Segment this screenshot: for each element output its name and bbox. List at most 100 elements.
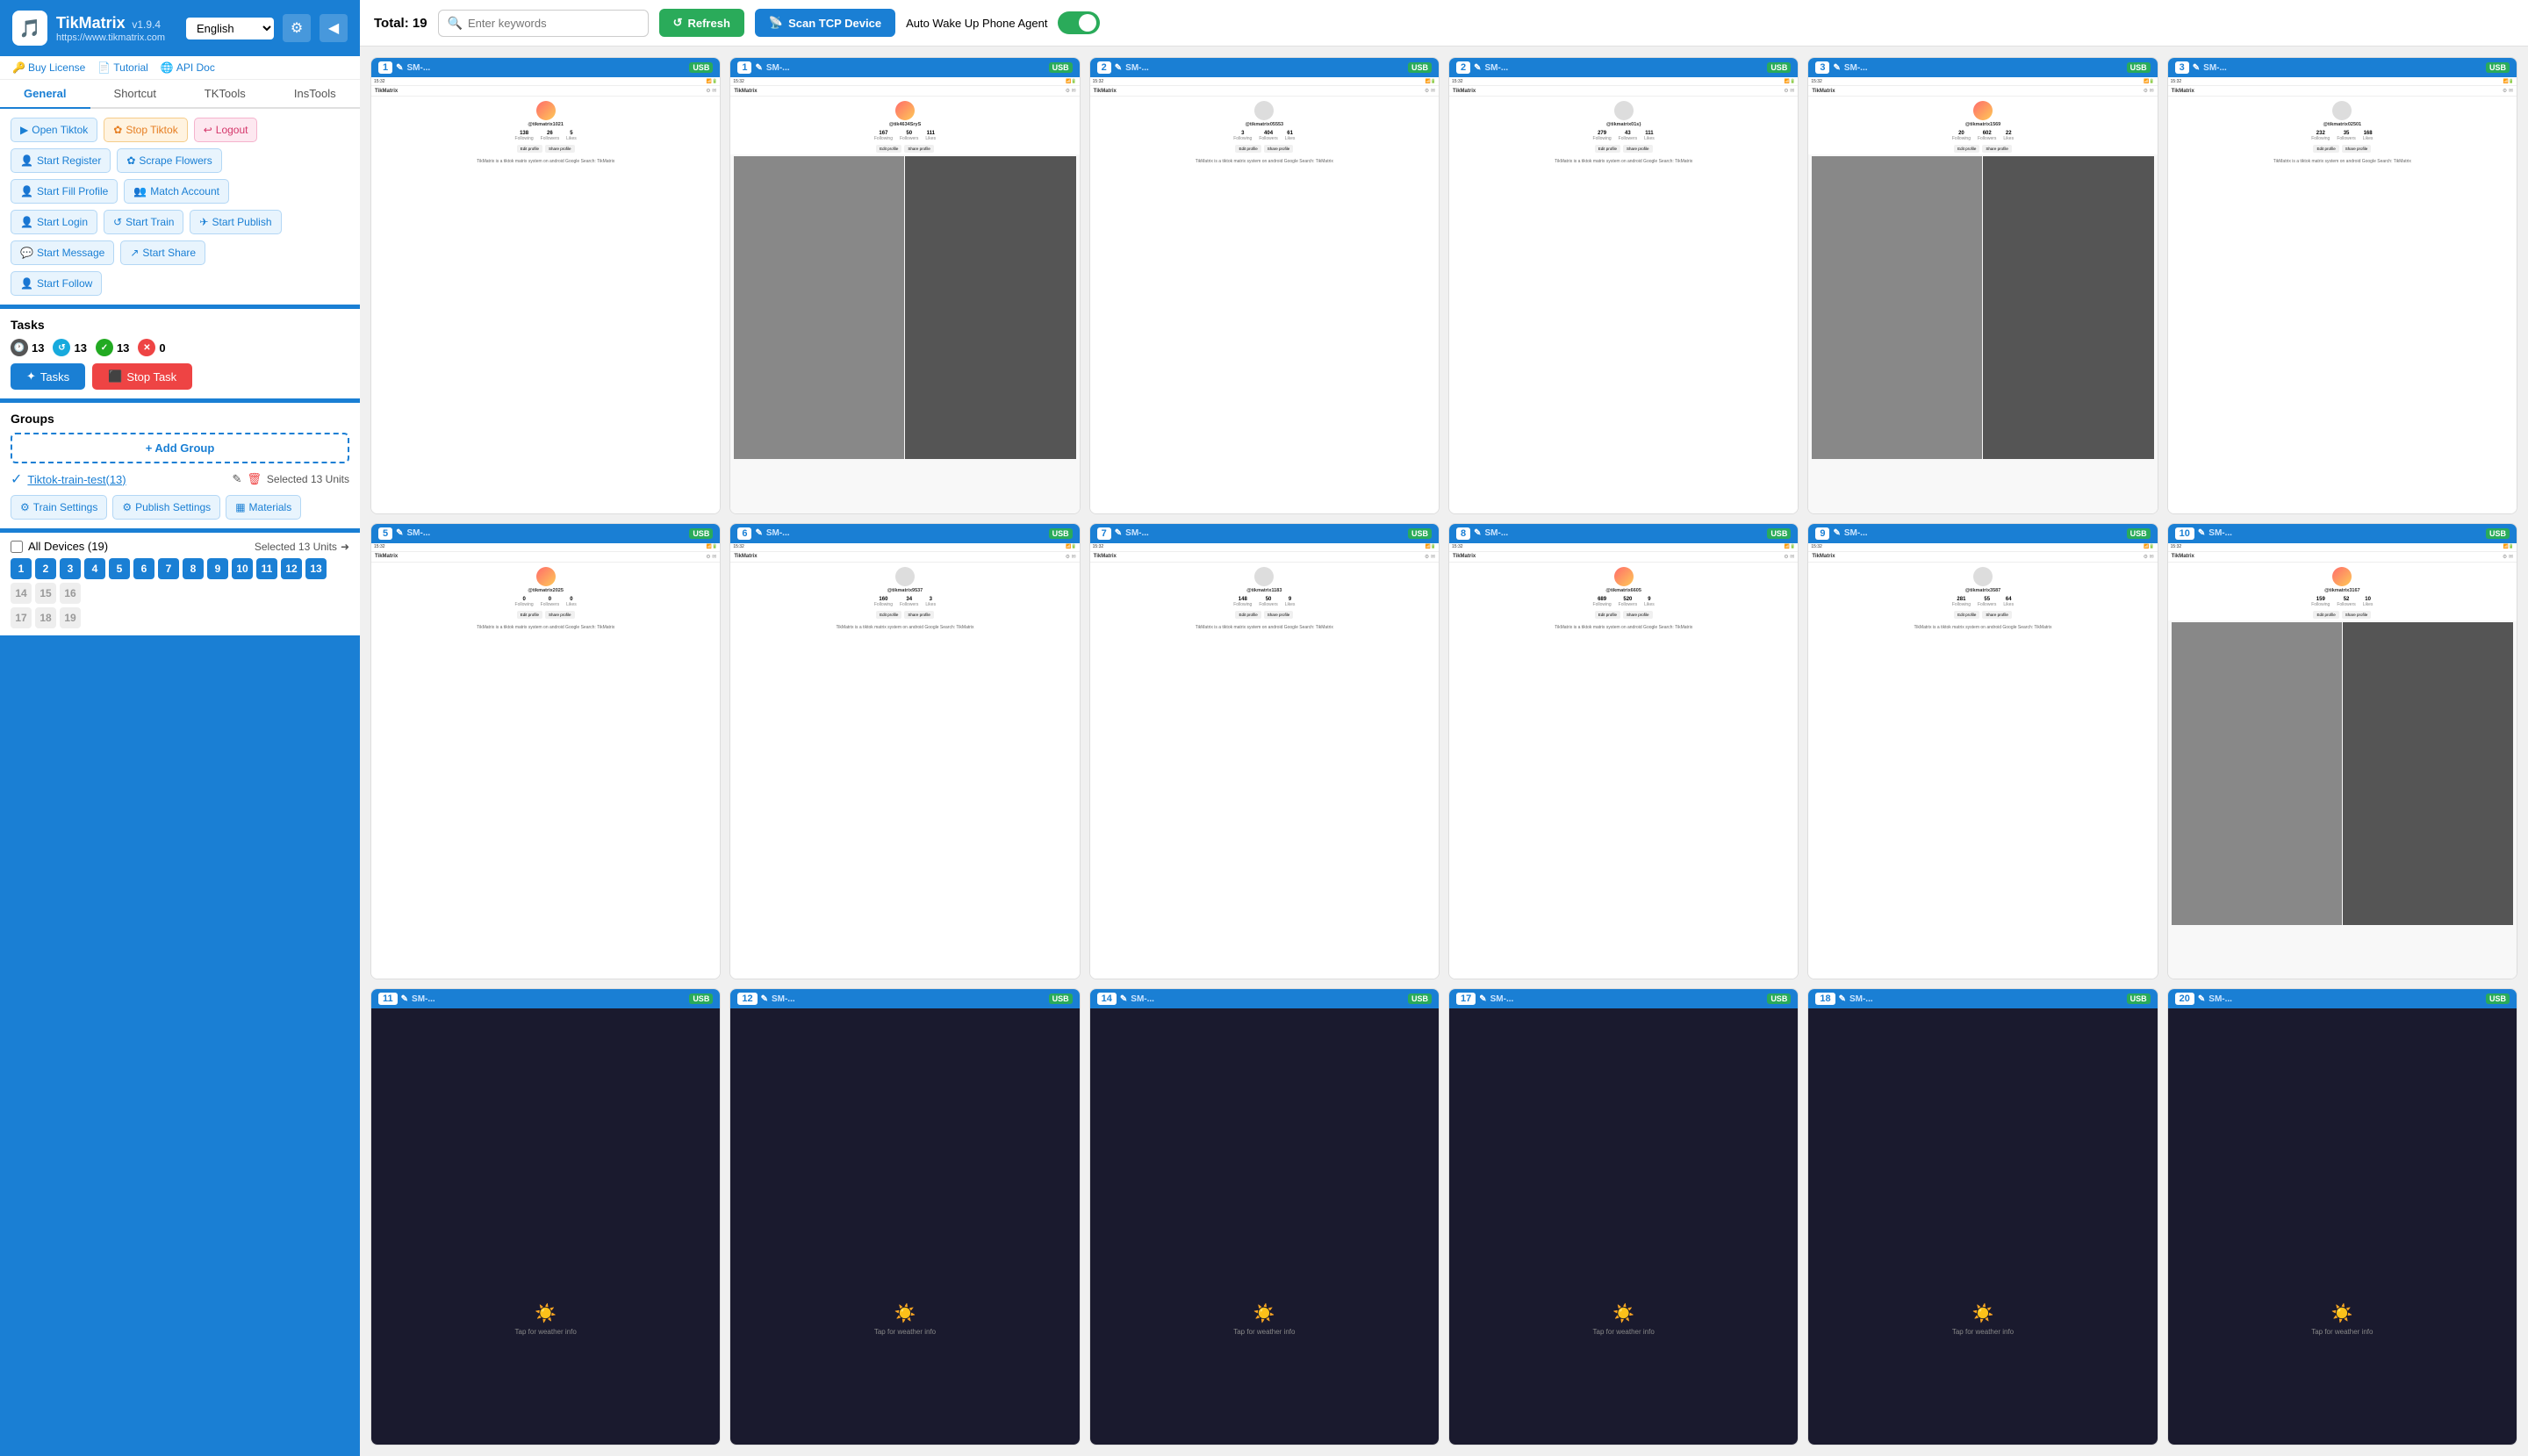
- device-number-11[interactable]: 11: [256, 558, 277, 579]
- language-select[interactable]: English Chinese: [186, 18, 274, 39]
- start-share-button[interactable]: ↗ Start Share: [120, 240, 205, 265]
- collapse-button[interactable]: ◀: [320, 14, 348, 42]
- open-tiktok-button[interactable]: ▶ Open Tiktok: [11, 118, 97, 142]
- device-card-9-10[interactable]: 9 ✎ SM-... USB 15:32📶🔋TikMatrix⚙ ✉ @tikm…: [1807, 523, 2158, 980]
- start-register-button[interactable]: 👤 Start Register: [11, 148, 111, 173]
- stop-tiktok-button[interactable]: ✿ Stop Tiktok: [104, 118, 187, 142]
- device-card-3-4[interactable]: 3 ✎ SM-... USB 15:32📶🔋TikMatrix⚙ ✉ @tikm…: [1807, 57, 2158, 514]
- device-num-badge: 14: [1097, 993, 1117, 1005]
- edit-device-icon[interactable]: ✎: [2193, 63, 2200, 73]
- device-card-20-17[interactable]: 20 ✎ SM-... USB ☀️Tap for weather info: [2167, 988, 2517, 1445]
- device-card-header: 18 ✎ SM-... USB: [1808, 989, 2157, 1008]
- tab-general[interactable]: General: [0, 80, 90, 109]
- search-input[interactable]: [468, 17, 639, 30]
- device-number-19[interactable]: 19: [60, 607, 81, 628]
- device-number-14[interactable]: 14: [11, 583, 32, 604]
- start-message-button[interactable]: 💬 Start Message: [11, 240, 114, 265]
- tab-shortcut[interactable]: Shortcut: [90, 80, 181, 109]
- edit-device-icon[interactable]: ✎: [755, 63, 762, 73]
- auto-wake-toggle[interactable]: [1058, 11, 1100, 34]
- start-fill-profile-button[interactable]: 👤 Start Fill Profile: [11, 179, 118, 204]
- device-card-10-11[interactable]: 10 ✎ SM-... USB 15:32📶🔋TikMatrix⚙ ✉ @tik…: [2167, 523, 2517, 980]
- train-settings-button[interactable]: ⚙ Train Settings: [11, 495, 107, 520]
- refresh-button[interactable]: ↺ Refresh: [659, 9, 744, 37]
- device-number-8[interactable]: 8: [183, 558, 204, 579]
- all-devices-toggle-label[interactable]: All Devices (19): [11, 540, 108, 553]
- device-number-6[interactable]: 6: [133, 558, 154, 579]
- device-card-11-12[interactable]: 11 ✎ SM-... USB ☀️Tap for weather info: [370, 988, 721, 1445]
- device-number-3[interactable]: 3: [60, 558, 81, 579]
- scan-tcp-button[interactable]: 📡 Scan TCP Device: [755, 9, 895, 37]
- device-num-badge: 8: [1456, 527, 1470, 540]
- delete-group-icon[interactable]: 🗑: [247, 472, 262, 486]
- device-card-1-0[interactable]: 1 ✎ SM-... USB 15:32📶🔋TikMatrix⚙ ✉ @tikm…: [370, 57, 721, 514]
- device-number-13[interactable]: 13: [305, 558, 327, 579]
- start-follow-button[interactable]: 👤 Start Follow: [11, 271, 102, 296]
- edit-device-icon[interactable]: ✎: [1115, 528, 1122, 538]
- device-number-15[interactable]: 15: [35, 583, 56, 604]
- logout-button[interactable]: ↩ Logout: [194, 118, 258, 142]
- publish-settings-button[interactable]: ⚙ Publish Settings: [112, 495, 220, 520]
- device-number-5[interactable]: 5: [109, 558, 130, 579]
- device-card-2-2[interactable]: 2 ✎ SM-... USB 15:32📶🔋TikMatrix⚙ ✉ @tikm…: [1089, 57, 1440, 514]
- device-number-10[interactable]: 10: [232, 558, 253, 579]
- all-devices-checkbox[interactable]: [11, 541, 23, 553]
- device-number-16[interactable]: 16: [60, 583, 81, 604]
- edit-device-icon[interactable]: ✎: [1839, 994, 1846, 1004]
- edit-device-icon[interactable]: ✎: [1474, 63, 1481, 73]
- device-number-18[interactable]: 18: [35, 607, 56, 628]
- tasks-button[interactable]: ✦ Tasks: [11, 363, 85, 390]
- edit-device-icon[interactable]: ✎: [755, 528, 762, 538]
- start-train-button[interactable]: ↺ Start Train: [104, 210, 183, 234]
- device-card-5-6[interactable]: 5 ✎ SM-... USB 15:32📶🔋TikMatrix⚙ ✉ @tikm…: [370, 523, 721, 980]
- device-card-1-1[interactable]: 1 ✎ SM-... USB 15:32📶🔋TikMatrix⚙ ✉ @tik4…: [729, 57, 1080, 514]
- edit-device-icon[interactable]: ✎: [2198, 528, 2205, 538]
- add-group-button[interactable]: + Add Group: [11, 433, 349, 463]
- device-card-17-15[interactable]: 17 ✎ SM-... USB ☀️Tap for weather info: [1448, 988, 1799, 1445]
- device-screen: ☀️Tap for weather info: [371, 1008, 720, 1445]
- edit-device-icon[interactable]: ✎: [761, 994, 768, 1004]
- device-number-17[interactable]: 17: [11, 607, 32, 628]
- edit-device-icon[interactable]: ✎: [1833, 63, 1840, 73]
- device-card-6-7[interactable]: 6 ✎ SM-... USB 15:32📶🔋TikMatrix⚙ ✉ @tikm…: [729, 523, 1080, 980]
- start-login-button[interactable]: 👤 Start Login: [11, 210, 97, 234]
- device-card-14-14[interactable]: 14 ✎ SM-... USB ☀️Tap for weather info: [1089, 988, 1440, 1445]
- tutorial-link[interactable]: 📄 Tutorial: [97, 61, 148, 74]
- device-number-7[interactable]: 7: [158, 558, 179, 579]
- device-number-1[interactable]: 1: [11, 558, 32, 579]
- buy-license-link[interactable]: 🔑 Buy License: [12, 61, 85, 74]
- device-card-3-5[interactable]: 3 ✎ SM-... USB 15:32📶🔋TikMatrix⚙ ✉ @tikm…: [2167, 57, 2517, 514]
- device-card-18-16[interactable]: 18 ✎ SM-... USB ☀️Tap for weather info: [1807, 988, 2158, 1445]
- device-number-2[interactable]: 2: [35, 558, 56, 579]
- device-number-9[interactable]: 9: [207, 558, 228, 579]
- device-num-badge: 2: [1097, 61, 1111, 74]
- device-card-8-9[interactable]: 8 ✎ SM-... USB 15:32📶🔋TikMatrix⚙ ✉ @tikm…: [1448, 523, 1799, 980]
- device-num-badge: 11: [378, 993, 398, 1005]
- device-model: SM-...: [1849, 994, 1873, 1004]
- edit-device-icon[interactable]: ✎: [1479, 994, 1486, 1004]
- stop-task-button[interactable]: ⬛ Stop Task: [92, 363, 192, 390]
- device-card-2-3[interactable]: 2 ✎ SM-... USB 15:32📶🔋TikMatrix⚙ ✉ @tikm…: [1448, 57, 1799, 514]
- edit-group-icon[interactable]: ✎: [232, 472, 241, 486]
- tab-instools[interactable]: InsTools: [270, 80, 361, 109]
- edit-device-icon[interactable]: ✎: [1474, 528, 1481, 538]
- materials-button[interactable]: ▦ Materials: [226, 495, 301, 520]
- edit-device-icon[interactable]: ✎: [401, 994, 408, 1004]
- edit-device-icon[interactable]: ✎: [396, 528, 403, 538]
- tab-tktools[interactable]: TKTools: [180, 80, 270, 109]
- api-doc-link[interactable]: 🌐 API Doc: [161, 61, 215, 74]
- device-number-12[interactable]: 12: [281, 558, 302, 579]
- settings-button[interactable]: ⚙: [283, 14, 311, 42]
- device-card-12-13[interactable]: 12 ✎ SM-... USB ☀️Tap for weather info: [729, 988, 1080, 1445]
- edit-device-icon[interactable]: ✎: [1120, 994, 1127, 1004]
- edit-device-icon[interactable]: ✎: [2198, 994, 2205, 1004]
- scrape-flowers-button[interactable]: ✿ Scrape Flowers: [117, 148, 221, 173]
- group-name-link[interactable]: Tiktok-train-test(13): [27, 473, 226, 486]
- edit-device-icon[interactable]: ✎: [1115, 63, 1122, 73]
- device-number-4[interactable]: 4: [84, 558, 105, 579]
- device-card-7-8[interactable]: 7 ✎ SM-... USB 15:32📶🔋TikMatrix⚙ ✉ @tikm…: [1089, 523, 1440, 980]
- edit-device-icon[interactable]: ✎: [396, 63, 403, 73]
- edit-device-icon[interactable]: ✎: [1833, 528, 1840, 538]
- start-publish-button[interactable]: ✈ Start Publish: [190, 210, 281, 234]
- match-account-button[interactable]: 👥 Match Account: [124, 179, 229, 204]
